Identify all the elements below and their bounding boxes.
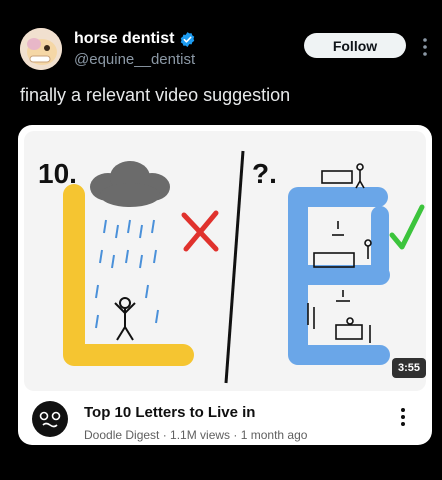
stick-figure-drawing: [114, 297, 136, 341]
video-title[interactable]: Top 10 Letters to Live in: [84, 404, 255, 421]
video-duration-badge: 3:55: [392, 358, 426, 378]
thumbnail-illustration: 10. ?.: [38, 150, 425, 384]
video-card[interactable]: 10. ?. 3:55 Top 10 Letters to Live in Do…: [18, 125, 432, 445]
display-name[interactable]: horse dentist: [74, 30, 174, 48]
left-rank-label: 10.: [38, 158, 77, 189]
verified-badge-icon: [181, 31, 195, 47]
rain-cloud-drawing: [90, 161, 170, 207]
letter-e-drawing: [288, 187, 390, 365]
follow-button[interactable]: Follow: [304, 33, 406, 58]
video-more-options-icon[interactable]: [398, 406, 408, 428]
right-rank-label: ?.: [252, 158, 277, 189]
more-options-icon[interactable]: [418, 36, 432, 58]
x-mark-icon: [181, 210, 219, 252]
avatar[interactable]: [20, 28, 62, 70]
video-meta: Doodle Digest · 1.1M views · 1 month ago: [84, 428, 308, 442]
check-mark-icon: [389, 204, 425, 250]
user-info: horse dentist @equine__dentist: [74, 30, 196, 68]
divider-line: [224, 150, 245, 384]
channel-avatar-icon[interactable]: [32, 401, 68, 437]
post-text: finally a relevant video suggestion: [20, 85, 291, 105]
avatar-image: [20, 28, 62, 70]
user-handle[interactable]: @equine__dentist: [74, 51, 196, 68]
